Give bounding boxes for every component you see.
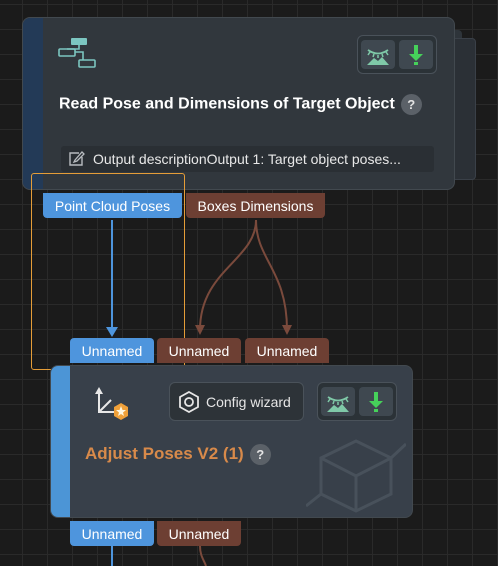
adjust-poses-node[interactable]: Config wizard Adjust Poses V2 (1)? — [50, 365, 413, 518]
hexagon-gear-icon — [179, 390, 199, 413]
config-wizard-label: Config wizard — [206, 393, 291, 410]
cube-watermark-icon — [306, 439, 406, 513]
download-icon — [399, 40, 433, 69]
read-pose-node[interactable]: Read Pose and Dimensions of Target Objec… — [22, 17, 455, 190]
link-boxes-dimensions-b — [255, 219, 288, 331]
network-diagram-icon — [57, 36, 97, 75]
link-boxes-dimensions-a — [199, 219, 257, 331]
input-port-unnamed[interactable]: Unnamed — [70, 338, 154, 363]
help-icon[interactable]: ? — [400, 94, 422, 115]
input-port-unnamed[interactable]: Unnamed — [157, 338, 241, 363]
output-description-bar[interactable]: Output descriptionOutput 1: Target objec… — [61, 146, 434, 172]
output-port-boxes-dimensions[interactable]: Boxes Dimensions — [186, 193, 325, 218]
link-output-brown — [199, 545, 207, 566]
arrow-head-brown-a — [195, 325, 205, 335]
eye-mountain-icon — [321, 387, 355, 416]
download-icon — [359, 387, 393, 416]
edit-icon[interactable] — [67, 150, 85, 168]
node-title-text: Adjust Poses V2 (1) — [85, 444, 244, 463]
output-description-text: Output descriptionOutput 1: Target objec… — [93, 151, 401, 167]
operation-button[interactable] — [317, 382, 397, 421]
node-stripe — [51, 366, 70, 517]
output-port-unnamed[interactable]: Unnamed — [157, 521, 241, 546]
node-title: Adjust Poses V2 (1)? — [85, 444, 271, 466]
arrow-head-brown-b — [282, 325, 292, 335]
help-icon[interactable]: ? — [249, 444, 271, 466]
eye-mountain-icon — [361, 40, 395, 69]
node-stripe — [23, 18, 43, 189]
output-port-unnamed[interactable]: Unnamed — [70, 521, 154, 546]
node-title: Read Pose and Dimensions of Target Objec… — [59, 94, 422, 115]
input-port-unnamed[interactable]: Unnamed — [245, 338, 329, 363]
operation-button[interactable] — [357, 35, 437, 74]
config-wizard-button[interactable]: Config wizard — [169, 382, 304, 421]
axes-star-icon — [91, 386, 133, 429]
node-title-text: Read Pose and Dimensions of Target Objec… — [59, 95, 395, 113]
